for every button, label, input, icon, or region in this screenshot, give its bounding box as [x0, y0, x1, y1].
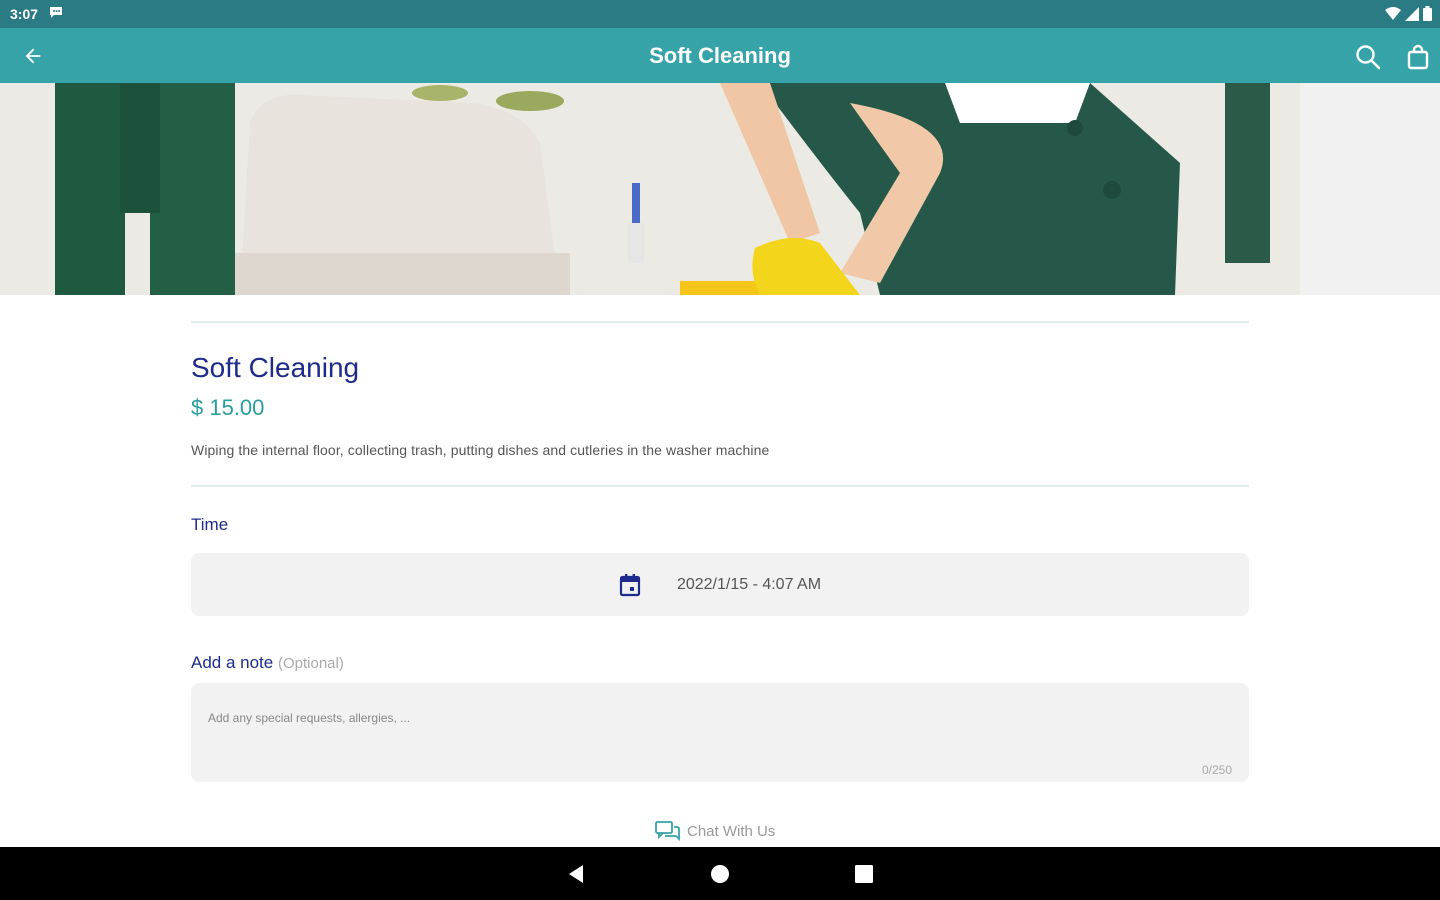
- note-box: 0/250: [191, 683, 1249, 782]
- app-bar: Soft Cleaning: [0, 28, 1440, 83]
- message-notification-icon: [48, 4, 64, 25]
- note-optional-tag: (Optional): [277, 655, 344, 672]
- back-button[interactable]: [18, 41, 48, 71]
- service-price: $ 15.00: [191, 395, 265, 420]
- nav-home-icon: [711, 865, 729, 883]
- cart-button[interactable]: [1402, 41, 1434, 73]
- divider-top: [191, 321, 1249, 323]
- nav-recents-button[interactable]: [850, 860, 878, 888]
- chat-icon: [655, 821, 680, 842]
- note-input[interactable]: [208, 711, 1208, 725]
- cell-signal-icon: [1405, 6, 1419, 26]
- service-title: Soft Cleaning: [191, 352, 360, 383]
- note-label: Add a note (Optional): [191, 653, 344, 673]
- app-bar-title: Soft Cleaning: [649, 43, 791, 68]
- status-left: 3:07: [10, 4, 64, 25]
- wifi-icon: [1385, 6, 1401, 26]
- status-bar: 3:07: [0, 0, 1440, 28]
- nav-home-button[interactable]: [706, 860, 734, 888]
- search-icon: [1356, 45, 1381, 70]
- back-arrow-icon: [25, 48, 41, 64]
- note-label-text: Add a note: [191, 653, 274, 672]
- status-time: 3:07: [10, 6, 39, 22]
- nav-back-button[interactable]: [562, 860, 590, 888]
- divider-middle: [191, 485, 1249, 487]
- search-button[interactable]: [1352, 41, 1384, 73]
- service-hero-image: [0, 83, 1440, 295]
- calendar-icon: [619, 573, 641, 596]
- cleaning-photo: [0, 83, 1440, 295]
- battery-icon: [1423, 6, 1432, 26]
- note-char-counter: 0/250: [1201, 763, 1232, 777]
- status-icons: [1385, 6, 1432, 26]
- time-value: 2022/1/15 - 4:07 AM: [676, 575, 822, 593]
- time-label: Time: [191, 515, 229, 534]
- shopping-bag-icon: [1407, 44, 1429, 70]
- time-picker[interactable]: 2022/1/15 - 4:07 AM: [191, 553, 1249, 616]
- chat-with-us-link[interactable]: Chat With Us: [655, 820, 775, 842]
- nav-recents-icon: [855, 865, 873, 883]
- chat-with-us-label: Chat With Us: [687, 822, 776, 840]
- navigation-bar: [0, 847, 1440, 900]
- nav-back-icon: [569, 865, 583, 883]
- service-description: Wiping the internal floor, collecting tr…: [191, 442, 770, 458]
